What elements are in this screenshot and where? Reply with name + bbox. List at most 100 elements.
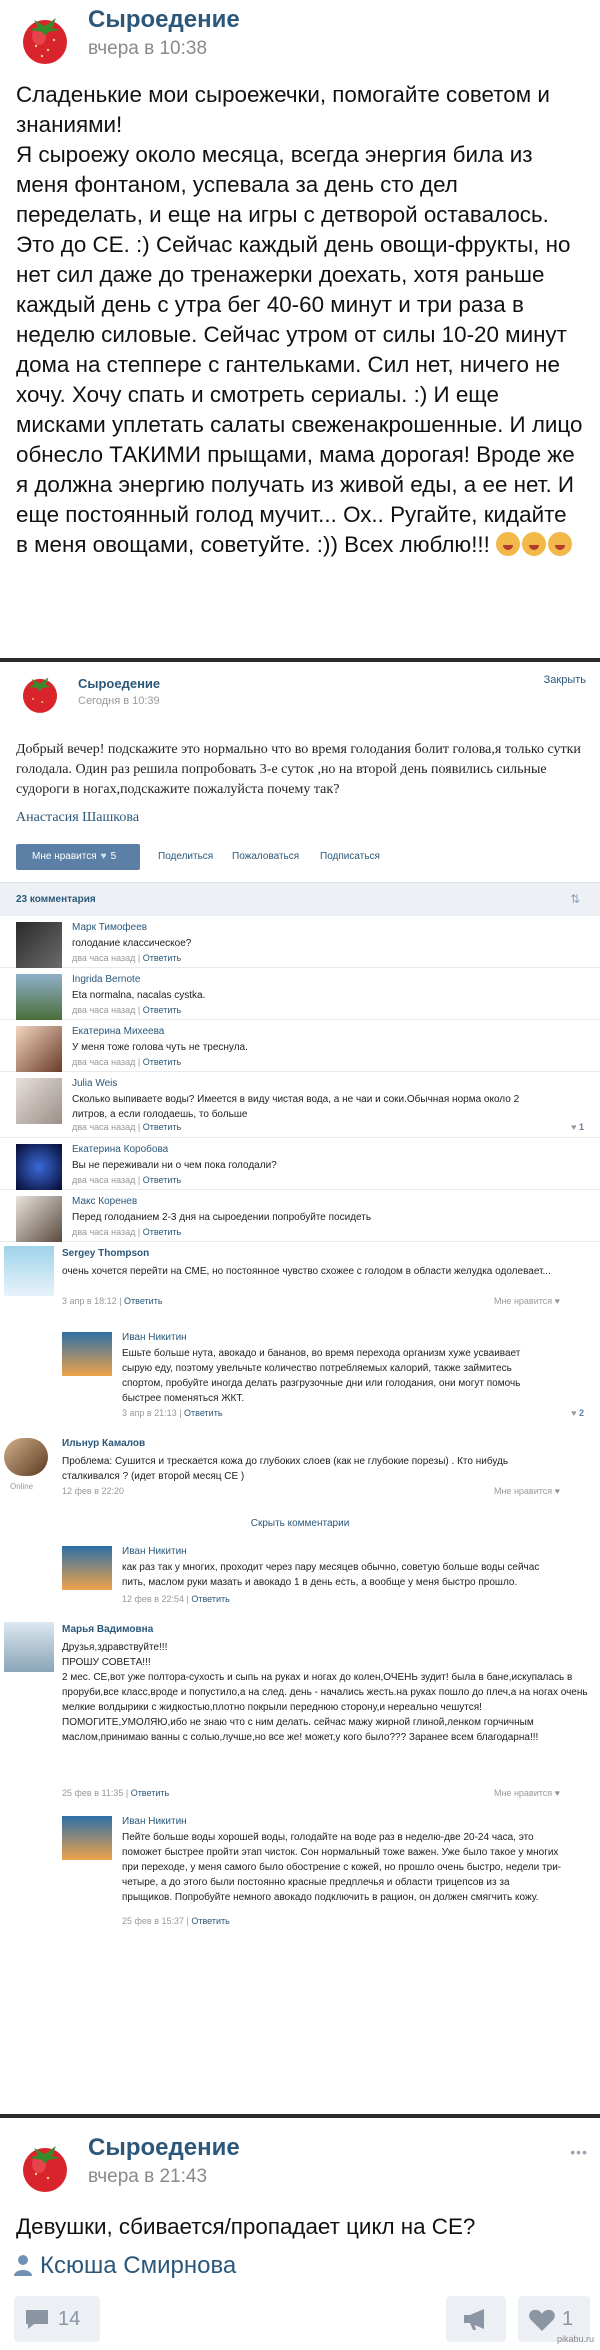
- reply-link[interactable]: Ответить: [131, 1788, 169, 1798]
- comment-time[interactable]: два часа назад: [72, 1005, 135, 1015]
- comment-text: Проблема: Сушится и трескается кожа до г…: [62, 1456, 509, 1482]
- group-name[interactable]: Сыроедение: [78, 676, 160, 691]
- like-button[interactable]: Мне нравится ♥ 5: [16, 844, 140, 870]
- comment-meta: 12 фев в 22:54 | Ответить: [122, 1594, 230, 1604]
- reply-link[interactable]: Ответить: [143, 1005, 181, 1015]
- comment-reply: Иван Никитин Пейте больше воды хорошей в…: [0, 1806, 600, 1936]
- heart-icon: ♥: [571, 1122, 577, 1132]
- sort-icon[interactable]: ⇅: [570, 892, 580, 906]
- post-time[interactable]: вчера в 21:43: [88, 2166, 207, 2188]
- avatar[interactable]: [16, 1144, 62, 1190]
- strawberry-icon[interactable]: [14, 6, 76, 68]
- comment-author[interactable]: Julia Weis: [72, 1078, 117, 1089]
- avatar[interactable]: [4, 1438, 48, 1476]
- comment-text: Ешьте больше нута, авокадо и бананов, во…: [122, 1348, 521, 1404]
- share-button[interactable]: [446, 2296, 506, 2342]
- strawberry-icon[interactable]: [14, 2134, 76, 2196]
- group-name[interactable]: Сыроедение: [88, 2134, 240, 2162]
- comment-time[interactable]: 25 фев в 11:35: [62, 1788, 123, 1798]
- like-link[interactable]: Мне нравится ♥: [494, 1788, 560, 1798]
- comment-meta: два часа назад | Ответить: [72, 953, 182, 963]
- comment-author[interactable]: Иван Никитин: [122, 1546, 187, 1557]
- comment-time[interactable]: 3 апр в 18:12: [62, 1296, 117, 1306]
- comment-author[interactable]: Иван Никитин: [122, 1332, 187, 1343]
- comment-author[interactable]: Макс Коренев: [72, 1196, 137, 1207]
- strawberry-icon[interactable]: [16, 668, 64, 716]
- comment-meta: 3 апр в 21:13 | Ответить: [122, 1408, 223, 1418]
- avatar[interactable]: [62, 1546, 112, 1590]
- reply-link[interactable]: Ответить: [191, 1594, 229, 1604]
- comment-time[interactable]: 12 фев в 22:20: [62, 1486, 124, 1496]
- post-text: Сладенькие мои сыроежечки, помогайте сов…: [0, 76, 600, 560]
- share-link[interactable]: Поделиться: [158, 851, 213, 862]
- avatar[interactable]: [16, 922, 62, 968]
- reply-link[interactable]: Ответить: [143, 1057, 181, 1067]
- comment-time[interactable]: 3 апр в 21:13: [122, 1408, 177, 1418]
- reply-link[interactable]: Ответить: [143, 1227, 181, 1237]
- reply-link[interactable]: Ответить: [124, 1296, 162, 1306]
- like-link[interactable]: Мне нравится ♥: [494, 1486, 560, 1496]
- hide-comments-link[interactable]: Скрыть комментарии: [0, 1518, 600, 1529]
- avatar[interactable]: [16, 974, 62, 1020]
- comment-meta: 3 апр в 18:12 | Ответить: [62, 1296, 163, 1306]
- comment-meta: два часа назад | Ответить: [72, 1005, 182, 1015]
- reply-link[interactable]: Ответить: [143, 1175, 181, 1185]
- avatar[interactable]: [16, 1196, 62, 1242]
- comment-text: как раз так у многих, проходит через пар…: [122, 1562, 540, 1588]
- comment-text: Пейте больше воды хорошей воды, голодайт…: [122, 1832, 562, 1903]
- comment-time[interactable]: два часа назад: [72, 1057, 135, 1067]
- post-time[interactable]: Сегодня в 10:39: [78, 695, 160, 707]
- comment-time[interactable]: 25 фев в 15:37: [122, 1916, 184, 1926]
- comment-time[interactable]: два часа назад: [72, 1227, 135, 1237]
- comment-reply: Иван Никитин Ешьте больше нута, авокадо …: [0, 1332, 600, 1432]
- comment: Марк Тимофеев голодание классическое? дв…: [0, 916, 600, 968]
- post-author[interactable]: Анастасия Шашкова: [0, 800, 600, 826]
- comment-author[interactable]: Марья Вадимовна: [62, 1624, 153, 1635]
- reply-link[interactable]: Ответить: [191, 1916, 229, 1926]
- like-label: Мне нравится: [493, 1486, 553, 1496]
- group-name[interactable]: Сыроедение: [88, 6, 240, 34]
- comment-author[interactable]: Ingrida Bernote: [72, 974, 140, 985]
- comment-thread-2: Online Ильнур Камалов Проблема: Сушится …: [0, 1432, 600, 1514]
- comment-author[interactable]: Екатерина Михеева: [72, 1026, 164, 1037]
- avatar[interactable]: [62, 1332, 112, 1376]
- avatar[interactable]: [16, 1078, 62, 1124]
- comment-author[interactable]: Иван Никитин: [122, 1816, 187, 1827]
- comment-meta: два часа назад | Ответить: [72, 1175, 182, 1185]
- like-label: Мне нравится: [493, 1296, 553, 1306]
- comment-time[interactable]: два часа назад: [72, 1122, 135, 1132]
- reply-link[interactable]: Ответить: [184, 1408, 222, 1418]
- avatar[interactable]: [4, 1622, 54, 1672]
- post-author[interactable]: Ксюша Смирнова: [40, 2252, 236, 2280]
- avatar[interactable]: [4, 1246, 54, 1296]
- comment-like[interactable]: ♥ 2: [571, 1408, 584, 1418]
- comment-like-count: 1: [578, 1122, 584, 1132]
- post-time[interactable]: вчера в 10:38: [88, 38, 207, 60]
- close-button[interactable]: Закрыть: [544, 674, 586, 686]
- comment-author[interactable]: Ильнур Камалов: [62, 1438, 145, 1449]
- comment-time[interactable]: 12 фев в 22:54: [122, 1594, 184, 1604]
- comment-like[interactable]: ♥ 1: [571, 1122, 584, 1132]
- heart-icon: ♥: [554, 1296, 560, 1306]
- like-link[interactable]: Мне нравится ♥: [494, 1296, 560, 1306]
- comment-like-count: 2: [578, 1408, 584, 1418]
- hide-comments-row: Скрыть комментарии: [0, 1514, 600, 1538]
- more-icon[interactable]: •••: [570, 2144, 588, 2160]
- comment-author[interactable]: Екатерина Коробова: [72, 1144, 168, 1155]
- comment-author[interactable]: Sergey Thompson: [62, 1248, 149, 1259]
- subscribe-link[interactable]: Подписаться: [320, 851, 380, 862]
- post-1: Сыроедение вчера в 10:38 Сладенькие мои …: [0, 0, 600, 658]
- reply-link[interactable]: Ответить: [143, 1122, 181, 1132]
- comment-time[interactable]: два часа назад: [72, 953, 135, 963]
- comment-author[interactable]: Марк Тимофеев: [72, 922, 147, 933]
- avatar[interactable]: [16, 1026, 62, 1072]
- complain-link[interactable]: Пожаловаться: [232, 851, 299, 862]
- comment: Julia Weis Сколько выпиваете воды? Имеет…: [0, 1072, 600, 1138]
- like-label: Мне нравится: [493, 1788, 553, 1798]
- heart-icon: ♥: [571, 1408, 577, 1418]
- comments-button[interactable]: 14: [14, 2296, 100, 2342]
- avatar[interactable]: [62, 1816, 112, 1860]
- comment-time[interactable]: два часа назад: [72, 1175, 135, 1185]
- reply-link[interactable]: Ответить: [143, 953, 181, 963]
- comment-meta: 25 фев в 15:37 | Ответить: [122, 1916, 230, 1926]
